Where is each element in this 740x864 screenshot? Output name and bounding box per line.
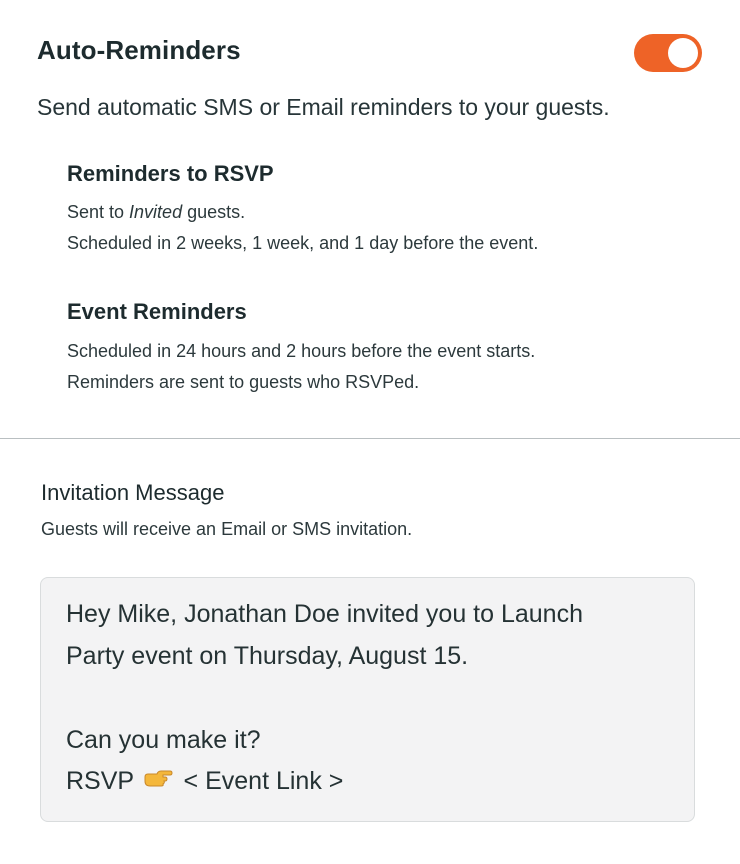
rsvp-reminders-recipients-suffix: guests. [182,202,246,222]
auto-reminders-settings-page: Auto-Reminders Send automatic SMS or Ema… [0,0,740,864]
rsvp-reminders-recipients-prefix: Sent to [67,202,130,222]
event-reminders-schedule: Scheduled in 24 hours and 2 hours before… [67,341,536,361]
invited-status-emphasis: Invited [129,202,183,222]
auto-reminders-description: Send automatic SMS or Email reminders to… [37,94,610,120]
message-line-3: Can you make it? [66,726,261,754]
invitation-message-textarea[interactable]: Hey Mike, Jonathan Doe invited you to La… [40,577,695,822]
invitation-message-description: Guests will receive an Email or SMS invi… [41,519,413,539]
invitation-message-title: Invitation Message [41,480,225,505]
message-line-4: RSVP < Event Link > [66,767,343,797]
rsvp-reminders-title: Reminders to RSVP [67,161,274,186]
auto-reminders-toggle[interactable] [634,34,702,72]
rsvp-label: RSVP [66,767,134,795]
toggle-knob [668,38,698,68]
rsvp-reminders-schedule: Scheduled in 2 weeks, 1 week, and 1 day … [67,233,539,253]
event-reminders-title: Event Reminders [67,299,247,324]
event-link-placeholder: < Event Link > [183,767,344,795]
event-reminders-recipients: Reminders are sent to guests who RSVPed. [67,372,420,392]
message-line-2: Party event on Thursday, August 15. [66,642,469,670]
pointing-hand-icon [143,768,173,797]
auto-reminders-title: Auto-Reminders [37,35,241,65]
rsvp-reminders-recipients: Sent to Invited guests. [67,202,245,223]
message-line-1: Hey Mike, Jonathan Doe invited you to La… [66,600,583,628]
section-divider [0,438,740,439]
